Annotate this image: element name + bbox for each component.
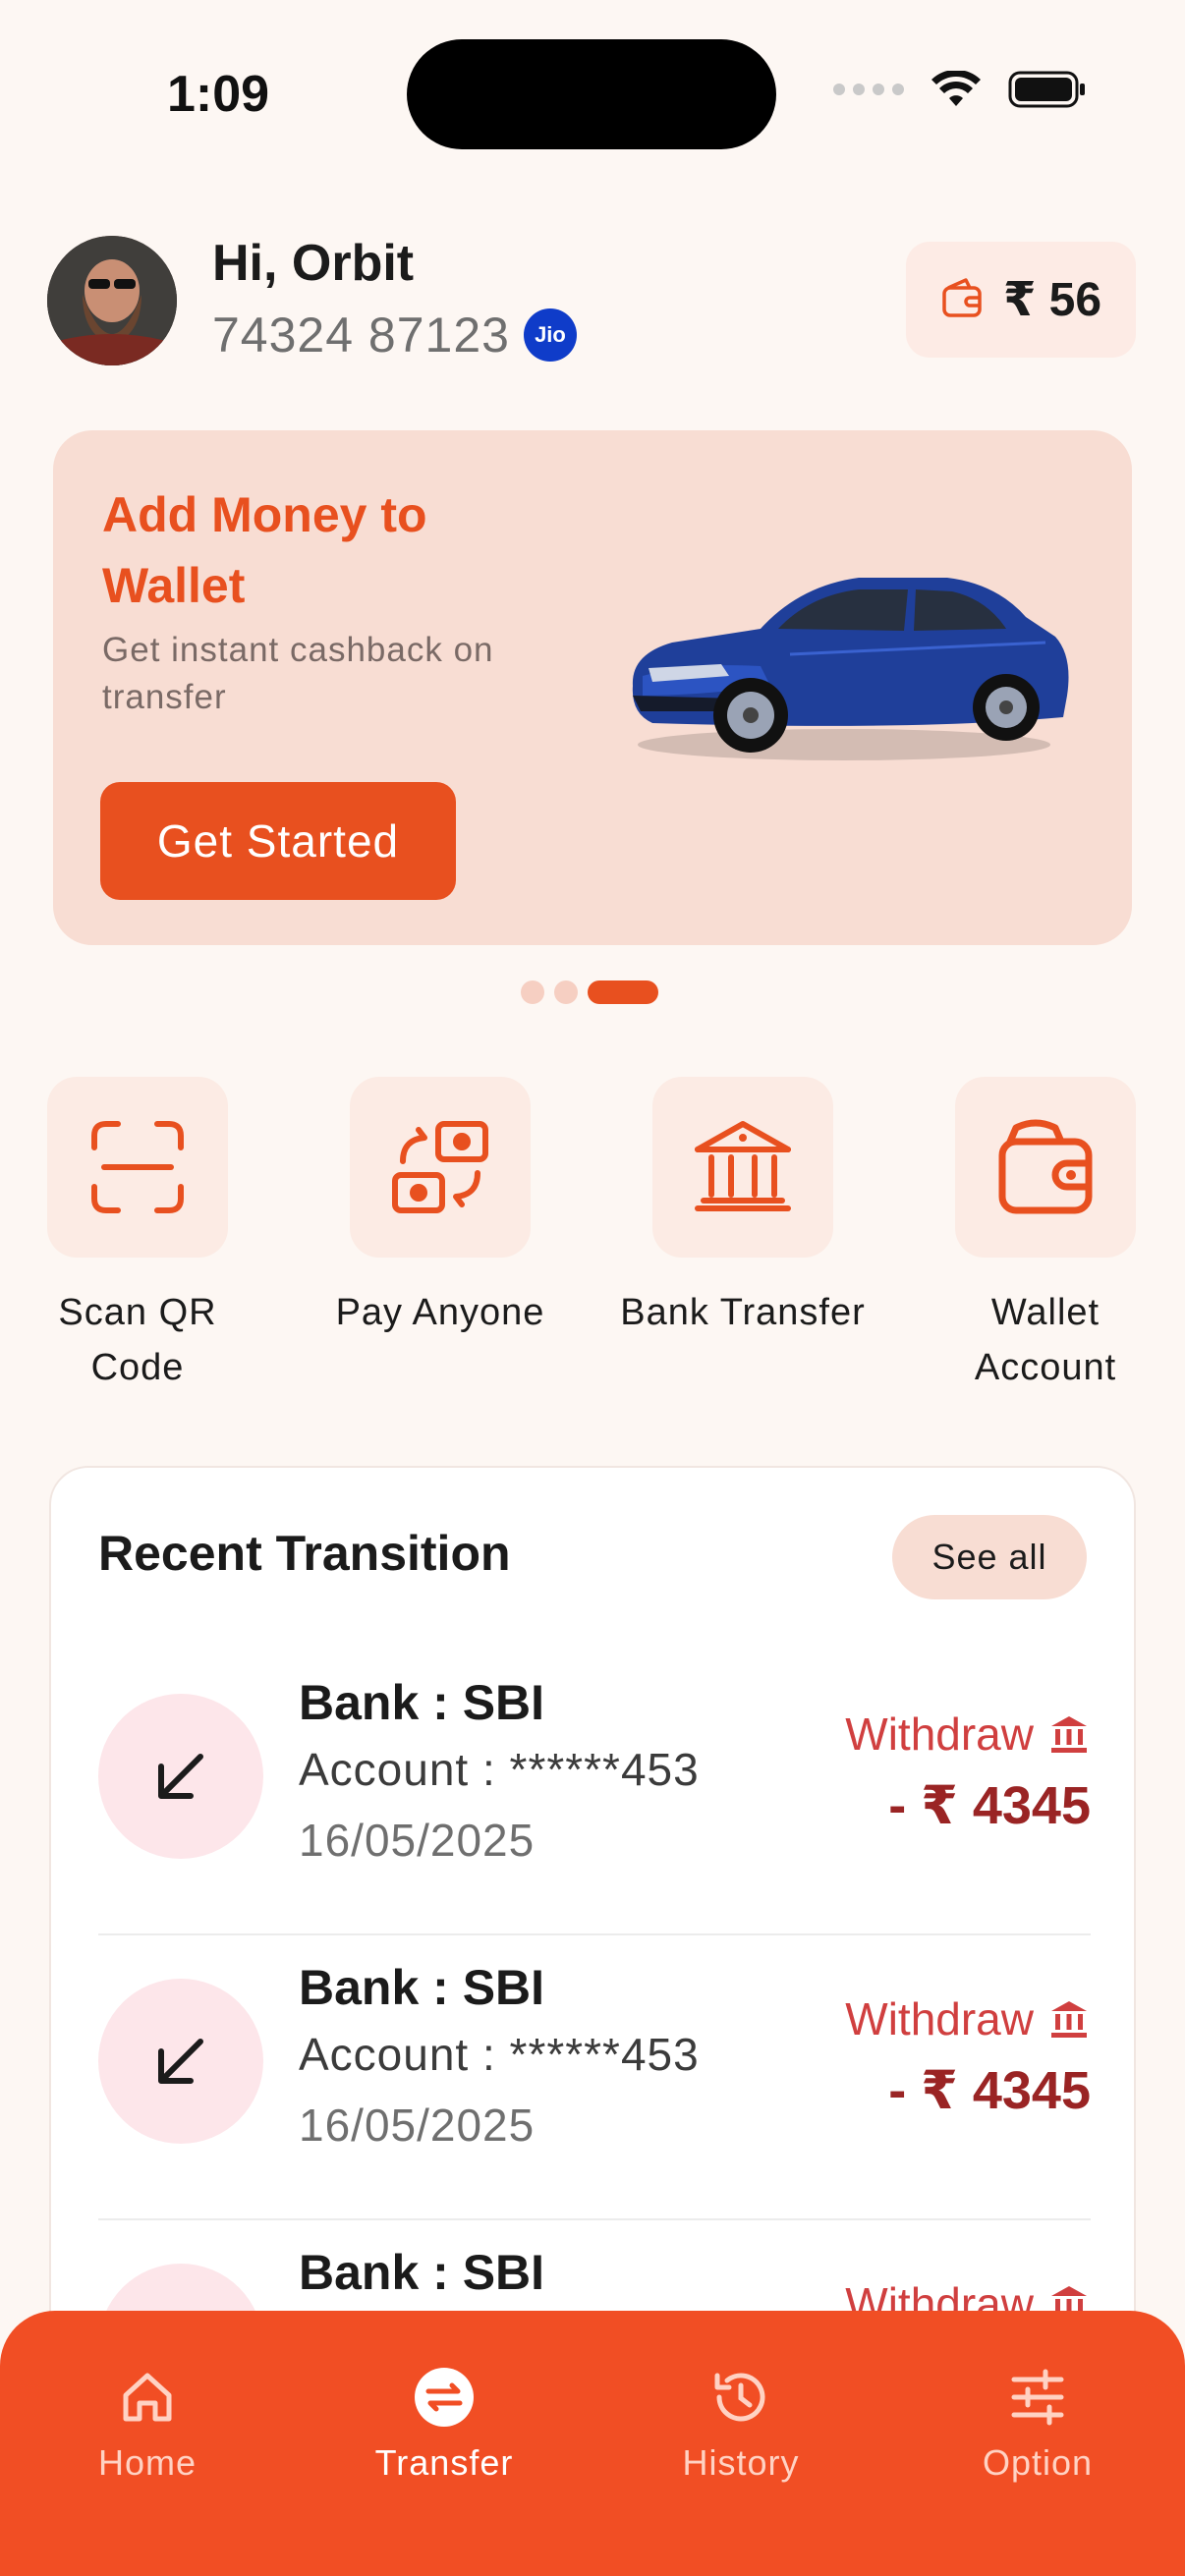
home-icon xyxy=(39,2364,255,2431)
avatar[interactable] xyxy=(47,236,177,365)
nav-transfer[interactable]: Transfer xyxy=(336,2364,552,2484)
action-label: Pay Anyone xyxy=(335,1292,545,1333)
transaction-bank: Bank : SBI xyxy=(299,1960,545,2015)
avatar-image xyxy=(47,236,177,365)
nav-label: Home xyxy=(97,2442,198,2483)
transaction-account: Account : ******453 xyxy=(299,1744,700,1795)
pay-anyone-icon xyxy=(392,1121,488,1213)
wallet-balance: ₹ 56 xyxy=(1002,274,1102,326)
transaction-row[interactable]: Bank : SBI Account : ******453 16/05/202… xyxy=(98,1935,1091,2220)
bank-icon xyxy=(1051,2001,1087,2038)
see-all-button[interactable]: See all xyxy=(892,1515,1087,1599)
bank-transfer-tile[interactable] xyxy=(652,1077,833,1258)
dynamic-island xyxy=(407,39,776,149)
transaction-type: Withdraw xyxy=(845,1708,1091,1761)
transaction-amount: - ₹ 4345 xyxy=(888,1776,1091,1835)
carousel-dot[interactable] xyxy=(521,980,544,1004)
bank-icon xyxy=(1051,1716,1087,1753)
withdraw-arrow-icon xyxy=(98,1694,263,1859)
transaction-date: 16/05/2025 xyxy=(299,2100,536,2151)
phone-number: 74324 87123 xyxy=(212,308,510,363)
nav-option[interactable]: Option xyxy=(930,2364,1146,2484)
carousel-dot[interactable] xyxy=(554,980,578,1004)
status-bar: 1:09 xyxy=(0,0,1185,177)
wallet-account-tile[interactable] xyxy=(955,1077,1136,1258)
transaction-type: Withdraw xyxy=(845,1992,1091,2045)
phone-row: 74324 87123 Jio xyxy=(212,307,577,364)
carousel-indicator[interactable] xyxy=(521,980,658,1004)
wallet-icon xyxy=(940,276,984,324)
bank-icon xyxy=(695,1121,791,1211)
status-icons xyxy=(833,71,1087,108)
bottom-nav: Home Transfer History Option xyxy=(0,2311,1185,2576)
nav-label: History xyxy=(682,2442,800,2483)
action-wallet-account[interactable]: Wallet Account xyxy=(918,1077,1173,1395)
nav-history[interactable]: History xyxy=(633,2364,849,2484)
transaction-bank: Bank : SBI xyxy=(299,2245,545,2300)
get-started-button[interactable]: Get Started xyxy=(100,782,456,900)
battery-icon xyxy=(1008,71,1087,108)
cellular-signal-icon xyxy=(833,84,904,95)
nav-label: Transfer xyxy=(374,2442,514,2483)
carrier-badge: Jio xyxy=(523,308,577,362)
scan-qr-tile[interactable] xyxy=(47,1077,228,1258)
action-scan-qr[interactable]: Scan QR Code xyxy=(10,1077,265,1395)
withdraw-arrow-icon xyxy=(98,1979,263,2144)
transaction-type-label: Withdraw xyxy=(845,1708,1034,1760)
car-image xyxy=(632,578,1069,760)
wifi-icon xyxy=(931,71,981,108)
nav-home[interactable]: Home xyxy=(39,2364,255,2484)
action-bank-transfer[interactable]: Bank Transfer xyxy=(615,1077,871,1340)
scan-qr-icon xyxy=(91,1121,184,1213)
carousel-dot-active[interactable] xyxy=(588,980,658,1004)
action-pay-anyone[interactable]: Pay Anyone xyxy=(312,1077,568,1340)
transfer-icon xyxy=(336,2364,552,2431)
transaction-date: 16/05/2025 xyxy=(299,1815,536,1866)
promo-subtitle: Get instant cashback on transfer xyxy=(102,631,494,716)
transaction-bank: Bank : SBI xyxy=(299,1675,545,1730)
history-icon xyxy=(633,2364,849,2431)
transaction-row[interactable]: Bank : SBI Account : ******453 16/05/202… xyxy=(98,1651,1091,1935)
transaction-account: Account : ******453 xyxy=(299,2029,700,2080)
promo-title: Add Money to Wallet xyxy=(102,487,427,613)
action-label: Wallet Account xyxy=(974,1292,1117,1388)
pay-anyone-tile[interactable] xyxy=(350,1077,531,1258)
nav-label: Option xyxy=(982,2442,1094,2483)
transaction-amount: - ₹ 4345 xyxy=(888,2061,1091,2120)
action-label: Scan QR Code xyxy=(58,1292,217,1388)
transaction-type-label: Withdraw xyxy=(845,1993,1034,2044)
promo-banner[interactable]: Add Money to Wallet Get instant cashback… xyxy=(53,430,1132,945)
wallet-balance-chip[interactable]: ₹ 56 xyxy=(906,242,1136,358)
status-time: 1:09 xyxy=(167,66,270,123)
options-icon xyxy=(930,2364,1146,2431)
greeting: Hi, Orbit xyxy=(212,235,415,292)
recent-title: Recent Transition xyxy=(98,1526,511,1581)
wallet-icon xyxy=(998,1119,1093,1214)
action-label: Bank Transfer xyxy=(620,1292,866,1333)
